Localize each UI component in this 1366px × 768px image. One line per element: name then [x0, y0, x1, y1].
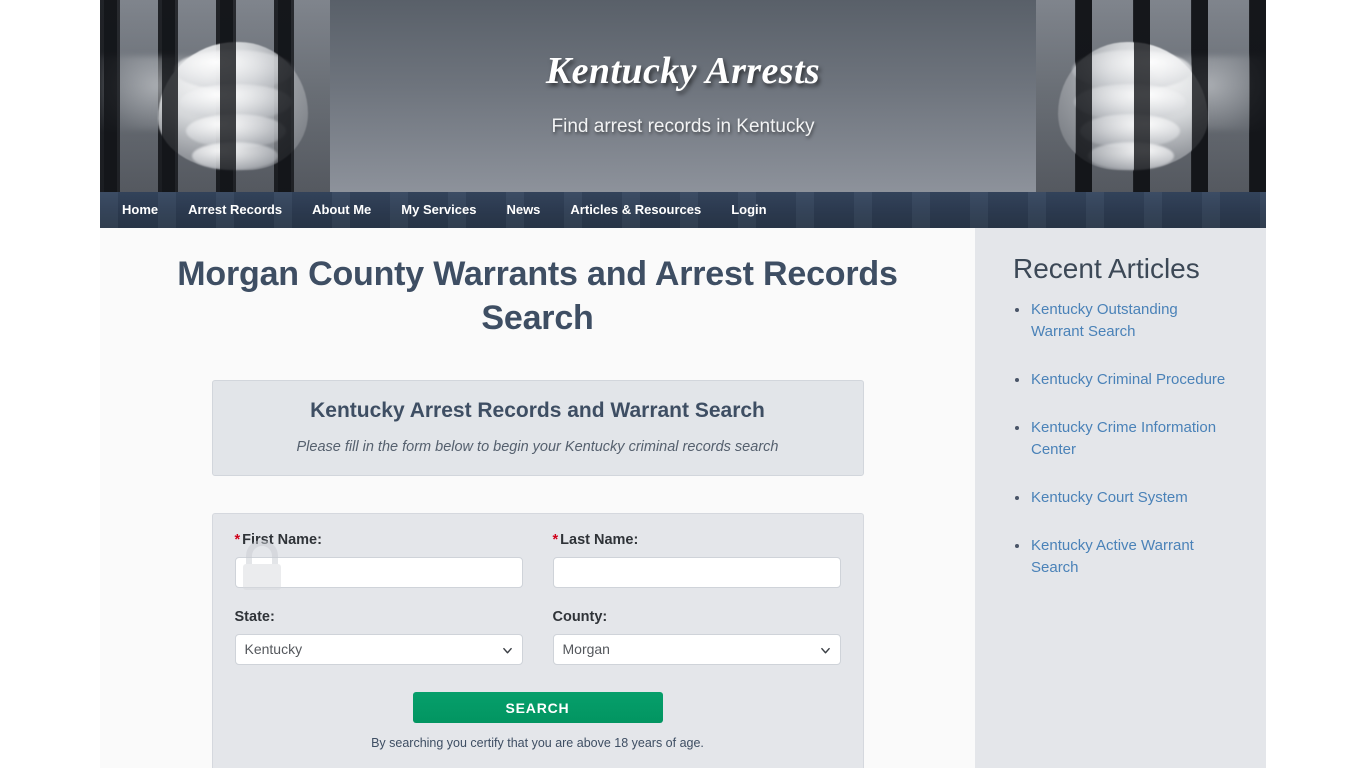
page-root: Kentucky Arrests Find arrest records in …	[0, 0, 1366, 768]
page-title: Morgan County Warrants and Arrest Record…	[177, 255, 898, 337]
nav-item-home[interactable]: Home	[110, 192, 173, 228]
search-intro-title: Kentucky Arrest Records and Warrant Sear…	[310, 399, 765, 422]
site-title: Kentucky Arrests	[545, 50, 821, 92]
nav-item-articles-resources[interactable]: Articles & Resources	[555, 192, 716, 228]
row-spacer	[235, 588, 841, 609]
county-field-group: County: Morgan	[552, 609, 841, 665]
state-select[interactable]: Kentucky	[234, 634, 523, 665]
first-name-field-group: * First Name:	[234, 532, 523, 588]
required-marker: *	[234, 532, 241, 548]
state-label: State:	[234, 609, 275, 625]
main-navigation: Home Arrest Records About Me My Services…	[100, 192, 1266, 228]
first-name-label-text: First Name:	[242, 532, 322, 548]
nav-item-about-me[interactable]: About Me	[297, 192, 386, 228]
county-label: County:	[552, 609, 608, 625]
site-wrapper: Kentucky Arrests Find arrest records in …	[100, 0, 1266, 768]
county-select-wrapper: Morgan	[552, 634, 841, 665]
main-content: Morgan County Warrants and Arrest Record…	[100, 228, 975, 768]
search-button-container: SEARCH	[235, 692, 841, 723]
article-link-outstanding-warrant-search[interactable]: Kentucky Outstanding Warrant Search	[1031, 301, 1178, 340]
search-intro-subtitle: Please fill in the form below to begin y…	[296, 439, 779, 455]
search-intro-panel: Kentucky Arrest Records and Warrant Sear…	[211, 380, 864, 476]
last-name-label: * Last Name:	[553, 532, 841, 548]
first-name-label: * First Name:	[235, 532, 523, 548]
site-masthead: Kentucky Arrests Find arrest records in …	[100, 0, 1266, 192]
state-select-wrapper: Kentucky	[234, 634, 523, 665]
list-item: Kentucky Active Warrant Search	[1013, 535, 1232, 579]
article-link-court-system[interactable]: Kentucky Court System	[1031, 489, 1188, 506]
site-tagline: Find arrest records in Kentucky	[551, 116, 815, 137]
last-name-field-group: * Last Name:	[552, 532, 841, 588]
name-fields-row: * First Name: * Last Name:	[234, 532, 841, 588]
sidebar: Recent Articles Kentucky Outstanding War…	[975, 228, 1266, 768]
first-name-input[interactable]	[234, 557, 523, 588]
nav-item-login[interactable]: Login	[716, 192, 781, 228]
age-disclaimer: By searching you certify that you are ab…	[371, 736, 704, 750]
last-name-label-text: Last Name:	[560, 532, 639, 548]
list-item: Kentucky Court System	[1013, 487, 1232, 509]
list-item: Kentucky Outstanding Warrant Search	[1013, 299, 1232, 343]
county-select[interactable]: Morgan	[552, 634, 841, 665]
required-marker: *	[552, 532, 559, 548]
content-columns: Morgan County Warrants and Arrest Record…	[100, 228, 1266, 768]
recent-articles-list: Kentucky Outstanding Warrant Search Kent…	[1013, 299, 1232, 579]
search-button[interactable]: SEARCH	[412, 692, 663, 723]
nav-item-news[interactable]: News	[491, 192, 555, 228]
last-name-input[interactable]	[552, 557, 841, 588]
list-item: Kentucky Crime Information Center	[1013, 417, 1232, 461]
article-link-active-warrant-search[interactable]: Kentucky Active Warrant Search	[1031, 537, 1194, 576]
article-link-criminal-procedure[interactable]: Kentucky Criminal Procedure	[1031, 371, 1225, 388]
state-field-group: State: Kentucky	[234, 609, 523, 665]
nav-item-my-services[interactable]: My Services	[386, 192, 491, 228]
search-form-panel: * First Name: * Last Name: State: Kentuc…	[211, 513, 864, 768]
nav-item-arrest-records[interactable]: Arrest Records	[173, 192, 297, 228]
location-fields-row: State: Kentucky County: Morgan	[234, 609, 841, 665]
article-link-crime-information-center[interactable]: Kentucky Crime Information Center	[1031, 419, 1216, 458]
masthead-text-block: Kentucky Arrests Find arrest records in …	[100, 0, 1266, 192]
sidebar-title: Recent Articles	[1013, 253, 1200, 284]
list-item: Kentucky Criminal Procedure	[1013, 369, 1232, 391]
